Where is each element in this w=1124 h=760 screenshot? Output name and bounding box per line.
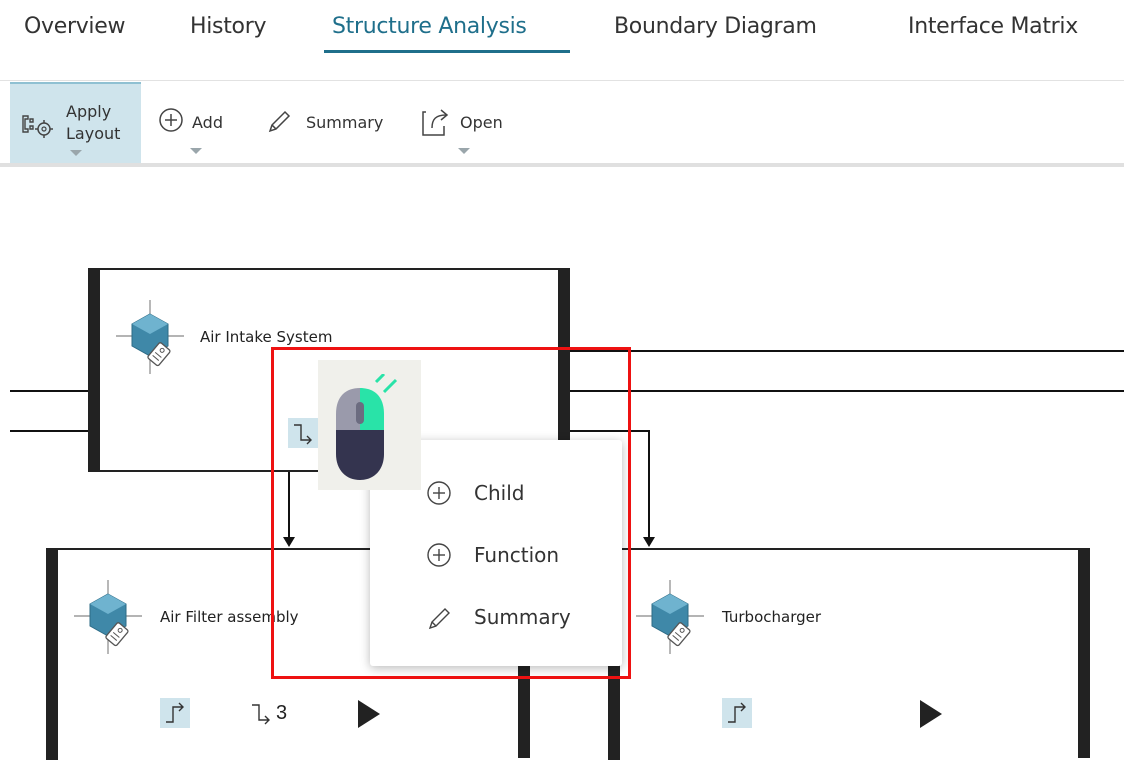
tab-boundary-diagram[interactable]: Boundary Diagram: [614, 14, 817, 39]
connector-line: [568, 390, 1124, 392]
apply-layout-button[interactable]: Apply Layout: [10, 82, 141, 164]
node-right-border: [1078, 548, 1090, 758]
child-link-icon[interactable]: [246, 698, 276, 733]
tab-structure-analysis[interactable]: Structure Analysis: [332, 14, 527, 39]
component-icon: [114, 298, 186, 381]
connector-line: [10, 430, 90, 432]
apply-layout-label-line1: Apply: [66, 102, 112, 121]
tab-interface-matrix[interactable]: Interface Matrix: [908, 14, 1078, 39]
parent-link-icon[interactable]: [160, 698, 190, 728]
summary-button[interactable]: Summary: [266, 104, 396, 144]
expand-arrow-icon[interactable]: [358, 700, 380, 728]
node-title: Air Intake System: [200, 328, 333, 346]
pencil-icon: [266, 107, 294, 140]
child-count: 3: [276, 702, 288, 724]
connector-line: [568, 350, 1124, 352]
add-label: Add: [192, 113, 223, 132]
node-left-border: [88, 268, 100, 472]
tab-overview[interactable]: Overview: [24, 14, 125, 39]
active-tab-indicator: [324, 50, 570, 53]
chevron-down-icon[interactable]: [458, 148, 470, 154]
toolbar-bottom-border: [0, 163, 1124, 167]
plus-circle-icon: [158, 107, 184, 138]
toolbar-top-border: [0, 80, 1124, 81]
tab-bar: Overview History Structure Analysis Boun…: [0, 0, 1124, 60]
chevron-down-icon[interactable]: [70, 150, 82, 156]
parent-link-icon[interactable]: [722, 698, 752, 728]
apply-layout-icon: [20, 110, 58, 145]
component-icon: [72, 578, 144, 661]
node-left-border: [46, 548, 58, 760]
add-button[interactable]: Add: [158, 98, 242, 154]
highlight-box: [271, 347, 631, 679]
apply-layout-label-line2: Layout: [66, 124, 121, 143]
open-label: Open: [460, 113, 503, 132]
open-external-icon: [420, 106, 452, 143]
node-title: Turbocharger: [722, 608, 822, 626]
chevron-down-icon[interactable]: [190, 148, 202, 154]
connector-line: [10, 390, 90, 392]
connector-line: [648, 430, 650, 538]
open-button[interactable]: Open: [420, 104, 520, 154]
summary-label: Summary: [306, 113, 384, 132]
expand-arrow-icon[interactable]: [920, 700, 942, 728]
arrow-down-icon: [643, 537, 655, 547]
component-icon: [634, 578, 706, 661]
tab-history[interactable]: History: [190, 14, 266, 39]
node-turbocharger[interactable]: Turbocharger: [608, 548, 1090, 760]
